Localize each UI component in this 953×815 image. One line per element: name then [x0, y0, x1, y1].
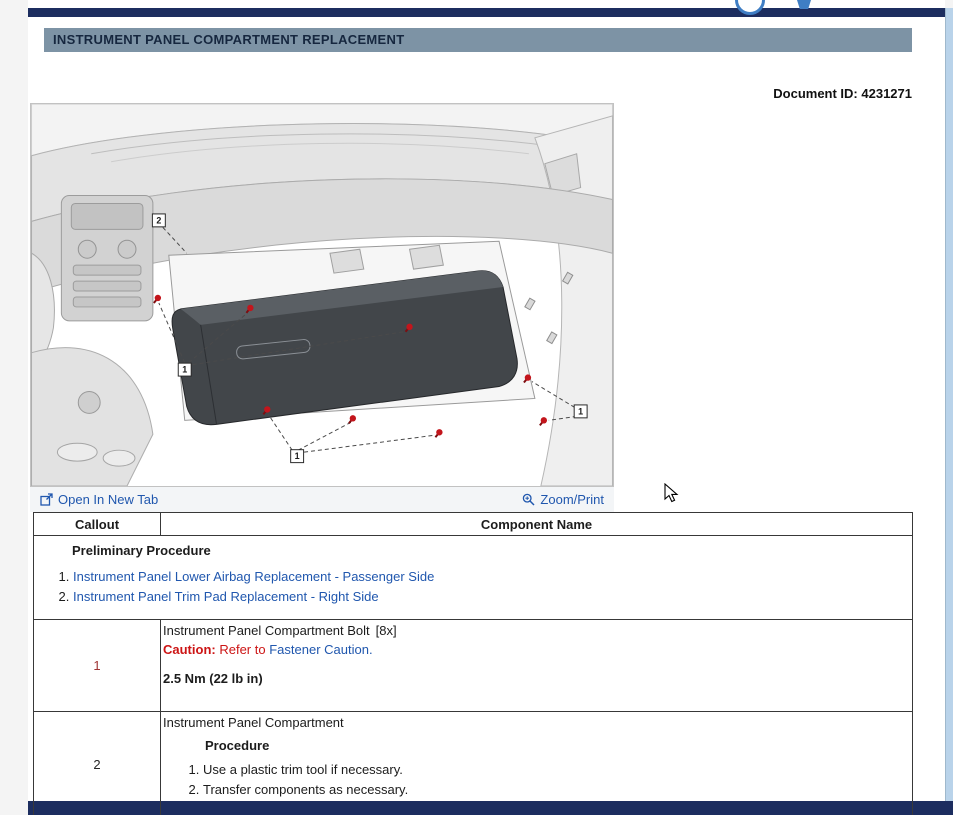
vertical-scrollbar[interactable] — [945, 8, 953, 801]
app-viewport: INSTRUMENT PANEL COMPARTMENT REPLACEMENT… — [0, 0, 953, 815]
mouse-cursor — [664, 483, 680, 503]
zoom-icon — [522, 493, 535, 506]
list-item: Instrument Panel Trim Pad Replacement - … — [73, 587, 912, 607]
caution-text: Refer to — [219, 642, 265, 657]
preliminary-procedure-title: Preliminary Procedure — [72, 543, 912, 558]
open-in-new-tab-icon — [40, 493, 53, 506]
callout-number-2: 2 — [34, 712, 161, 815]
link-airbag-replacement[interactable]: Instrument Panel Lower Airbag Replacemen… — [73, 569, 434, 584]
table-row-callout-2: 2 Instrument Panel Compartment Procedure… — [34, 712, 913, 815]
fastener-caution-link[interactable]: Fastener Caution. — [269, 642, 372, 657]
callout-label-1b: 1 — [295, 451, 300, 461]
preliminary-procedure-row: Preliminary Procedure Instrument Panel L… — [34, 536, 913, 620]
link-trim-pad-replacement[interactable]: Instrument Panel Trim Pad Replacement - … — [73, 589, 379, 604]
open-in-new-tab-link[interactable]: Open In New Tab — [40, 492, 158, 507]
preliminary-procedure-list: Instrument Panel Lower Airbag Replacemen… — [34, 567, 912, 607]
preliminary-procedure-cell: Preliminary Procedure Instrument Panel L… — [34, 536, 913, 620]
table-row-callout-1: 1 Instrument Panel Compartment Bolt [8x] … — [34, 620, 913, 712]
open-in-new-tab-label: Open In New Tab — [58, 492, 158, 507]
torque-spec: 2.5 Nm (22 lb in) — [163, 671, 908, 686]
callout-label-1a: 1 — [182, 365, 187, 375]
instrument-panel-illustration: 2 1 1 1 — [31, 104, 613, 486]
figure-frame: 2 1 1 1 — [30, 103, 614, 487]
figure-toolbar: Open In New Tab Zoom/Print — [30, 487, 614, 512]
callout-number-1: 1 — [34, 620, 161, 712]
table-header-row: Callout Component Name — [34, 513, 913, 536]
page-title: INSTRUMENT PANEL COMPARTMENT REPLACEMENT — [53, 32, 404, 47]
zoom-print-link[interactable]: Zoom/Print — [522, 492, 604, 507]
component-name-bolt: Instrument Panel Compartment Bolt — [163, 623, 370, 638]
procedure-step-1: Use a plastic trim tool if necessary. — [203, 760, 908, 780]
callout-label-2: 2 — [156, 215, 161, 225]
procedure-step-2: Transfer components as necessary. — [203, 780, 908, 800]
procedure-steps: Use a plastic trim tool if necessary. Tr… — [163, 760, 908, 800]
column-header-component: Component Name — [161, 513, 913, 536]
document-id: Document ID: 4231271 — [512, 86, 912, 101]
caution-label: Caution: — [163, 642, 216, 657]
top-navy-bar — [28, 8, 945, 17]
procedure-label: Procedure — [205, 738, 908, 753]
component-cell-1: Instrument Panel Compartment Bolt [8x] Ca… — [161, 620, 913, 712]
component-table: Callout Component Name Preliminary Proce… — [33, 512, 913, 815]
callout-label-1c: 1 — [578, 406, 583, 416]
zoom-print-label: Zoom/Print — [540, 492, 604, 507]
column-header-callout: Callout — [34, 513, 161, 536]
component-quantity: [8x] — [376, 623, 397, 638]
section-title-bar: INSTRUMENT PANEL COMPARTMENT REPLACEMENT — [44, 28, 912, 52]
list-item: Instrument Panel Lower Airbag Replacemen… — [73, 567, 912, 587]
component-name-compartment: Instrument Panel Compartment — [163, 715, 908, 730]
component-cell-2: Instrument Panel Compartment Procedure U… — [161, 712, 913, 815]
